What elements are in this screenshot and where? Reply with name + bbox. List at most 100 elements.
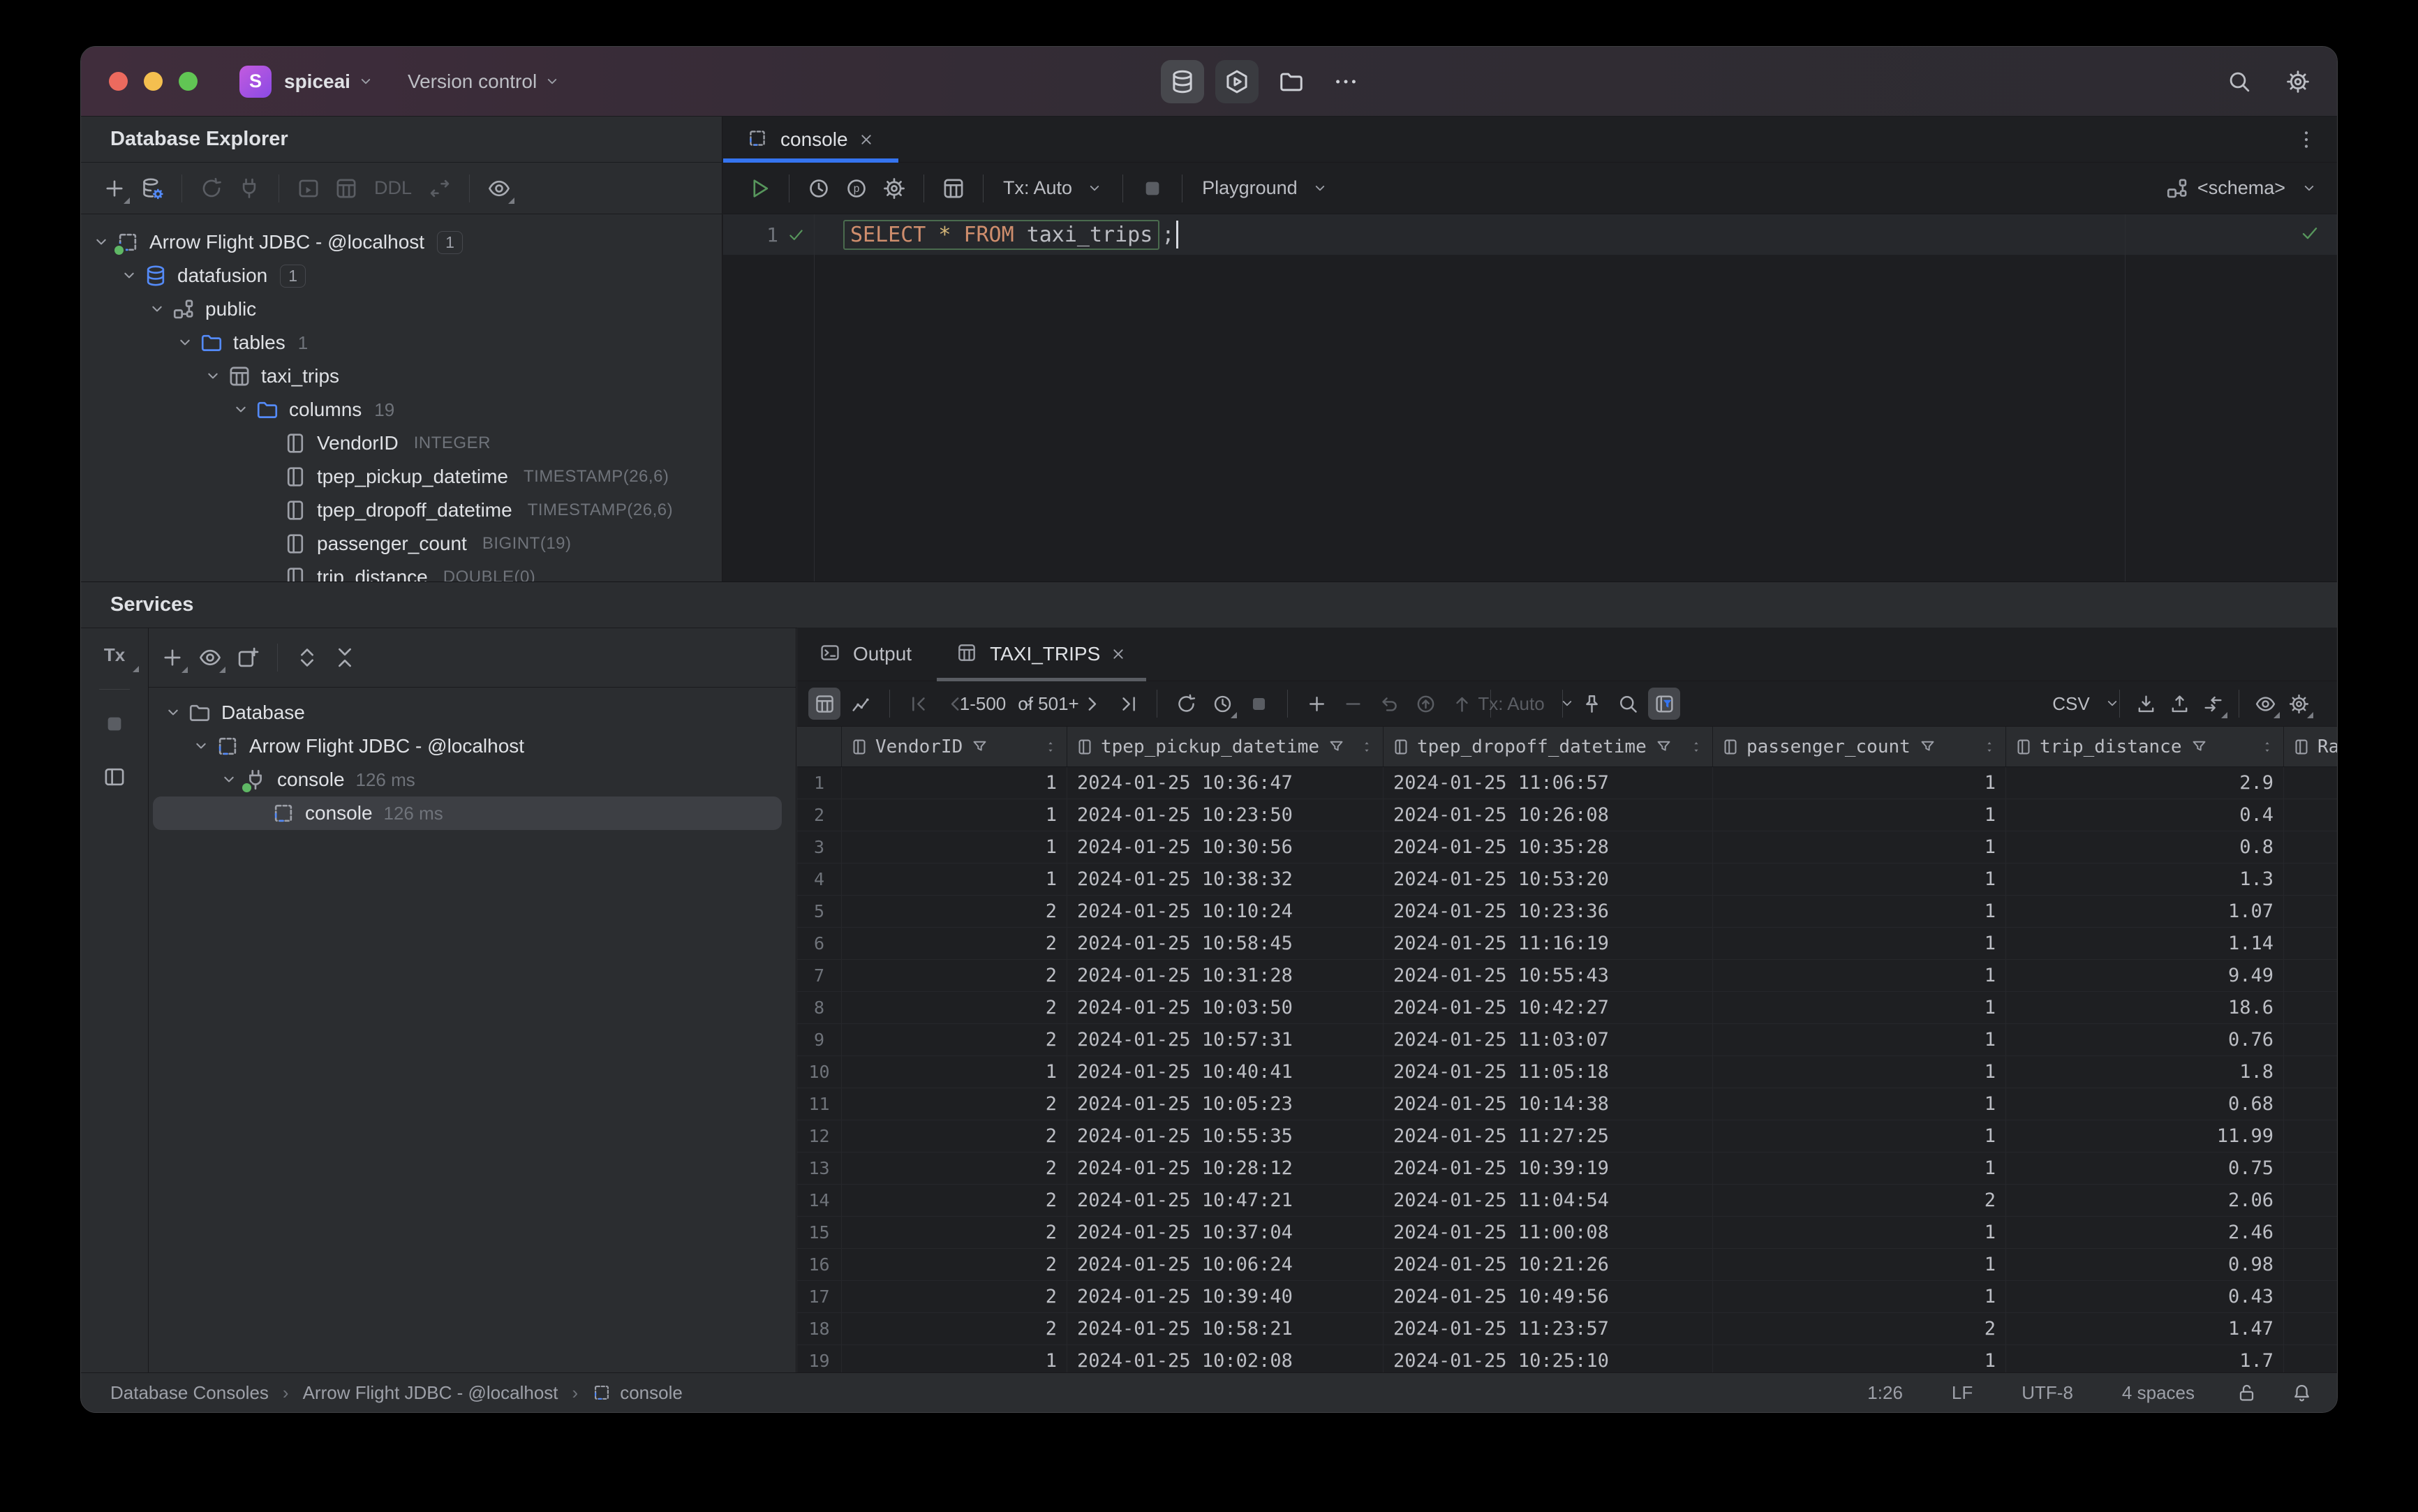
filter-icon[interactable] (971, 738, 988, 755)
tree-item-passenger-count[interactable]: passenger_count BIGINT(19) (81, 527, 722, 561)
page-last-button[interactable] (1112, 688, 1144, 720)
table-cell[interactable]: 0.75 (2006, 1152, 2284, 1184)
table-cell[interactable] (2284, 1056, 2337, 1088)
table-cell[interactable]: 2024-01-25 10:23:36 (1384, 896, 1713, 927)
table-cell[interactable] (2284, 1313, 2337, 1344)
table-cell[interactable]: 2.46 (2006, 1217, 2284, 1248)
console-run-button[interactable] (292, 172, 325, 205)
eye-button[interactable] (482, 172, 516, 205)
close-tab-icon[interactable] (858, 131, 875, 148)
row-number-cell[interactable]: 14 (797, 1185, 842, 1216)
column-header-tpep-pickup-datetime[interactable]: tpep_pickup_datetime (1067, 727, 1384, 766)
table-cell[interactable]: 1 (1713, 864, 2006, 895)
table-cell[interactable]: 1 (842, 767, 1067, 799)
tree-item-taxi-trips[interactable]: taxi_trips (81, 360, 722, 393)
table-cell[interactable] (2284, 1024, 2337, 1055)
tree-item-console[interactable]: console 126 ms (153, 796, 782, 830)
table-cell[interactable] (2284, 1249, 2337, 1280)
table-cell[interactable] (2284, 1345, 2337, 1374)
table-cell[interactable]: 2024-01-25 10:57:31 (1067, 1024, 1384, 1055)
table-row[interactable]: 12 2 2024-01-25 10:55:35 2024-01-25 11:27:2… (797, 1120, 2337, 1152)
row-number-cell[interactable]: 15 (797, 1217, 842, 1248)
table-cell[interactable]: 2024-01-25 10:37:04 (1067, 1217, 1384, 1248)
table-cell[interactable]: 2 (842, 1249, 1067, 1280)
table-cell[interactable] (2284, 1088, 2337, 1120)
sort-icon[interactable] (1359, 739, 1374, 755)
table-cell[interactable]: 2024-01-25 10:05:23 (1067, 1088, 1384, 1120)
export-swap-button[interactable] (2197, 688, 2229, 720)
table-cell[interactable]: 11.99 (2006, 1120, 2284, 1152)
table-row[interactable]: 2 1 2024-01-25 10:23:50 2024-01-25 10:26:08… (797, 799, 2337, 831)
tree-item-database[interactable]: Database (153, 696, 782, 729)
tab-taxi-trips[interactable]: TAXI_TRIPS (934, 628, 1149, 681)
plug-off-button[interactable] (232, 172, 266, 205)
search-button[interactable] (1612, 688, 1644, 720)
column-header-vendorid[interactable]: VendorID (842, 727, 1067, 766)
table-cell[interactable]: 2024-01-25 10:58:45 (1067, 928, 1384, 959)
table-cell[interactable]: 2024-01-25 10:03:50 (1067, 992, 1384, 1023)
collapse-all-button[interactable] (328, 641, 362, 674)
column-header-rate[interactable]: Rate (2284, 727, 2337, 766)
table-cell[interactable]: 2024-01-25 11:27:25 (1384, 1120, 1713, 1152)
utf-8-control[interactable]: UTF-8 (2015, 1382, 2080, 1404)
expand-chevron-icon[interactable] (144, 296, 170, 323)
expand-chevron-icon[interactable] (172, 329, 198, 356)
table-cell[interactable]: 2024-01-25 10:55:35 (1067, 1120, 1384, 1152)
table-cell[interactable]: 2 (1713, 1185, 2006, 1216)
table-cell[interactable]: 2024-01-25 10:23:50 (1067, 799, 1384, 831)
table-cell[interactable]: 1 (1713, 1345, 2006, 1374)
eye-button[interactable] (2249, 688, 2281, 720)
table-cell[interactable]: 2024-01-25 10:10:24 (1067, 896, 1384, 927)
table-cell[interactable]: 1 (842, 1345, 1067, 1374)
table-cell[interactable]: 2 (842, 1313, 1067, 1344)
column-header-trip-distance[interactable]: trip_distance (2006, 727, 2284, 766)
table-cell[interactable]: 2 (842, 1281, 1067, 1312)
table-cell[interactable]: 1.14 (2006, 928, 2284, 959)
table-cell[interactable] (2284, 1152, 2337, 1184)
row-number-cell[interactable]: 11 (797, 1088, 842, 1120)
table-cell[interactable] (2284, 928, 2337, 959)
table-cell[interactable]: 2024-01-25 10:42:27 (1384, 992, 1713, 1023)
csv-control[interactable]: CSV (2052, 688, 2116, 720)
filter-icon[interactable] (1919, 738, 1936, 755)
table-cell[interactable]: 1 (842, 799, 1067, 831)
table-cell[interactable]: 1 (842, 831, 1067, 863)
table-cell[interactable]: 2024-01-25 10:25:10 (1384, 1345, 1713, 1374)
table-row[interactable]: 19 1 2024-01-25 10:02:08 2024-01-25 10:25:1… (797, 1345, 2337, 1374)
table-cell[interactable]: 2024-01-25 10:28:12 (1067, 1152, 1384, 1184)
expand-chevron-icon[interactable] (88, 229, 114, 255)
table-row[interactable]: 8 2 2024-01-25 10:03:50 2024-01-25 10:42:27… (797, 992, 2337, 1024)
table-cell[interactable]: 2024-01-25 10:35:28 (1384, 831, 1713, 863)
table-cell[interactable]: 2.06 (2006, 1185, 2284, 1216)
table-cell[interactable] (2284, 1281, 2337, 1312)
minus-button[interactable] (1337, 688, 1369, 720)
table-cell[interactable]: 1 (842, 864, 1067, 895)
tab-output[interactable]: Output (797, 628, 934, 681)
add-button[interactable] (156, 641, 189, 674)
table-cell[interactable]: 1 (1713, 1217, 2006, 1248)
table-cell[interactable]: 1 (1713, 767, 2006, 799)
table-cell[interactable]: 2 (842, 928, 1067, 959)
arrow-up-button[interactable] (1446, 688, 1478, 720)
tree-item-tables[interactable]: tables 1 (81, 326, 722, 360)
table-cell[interactable]: 2024-01-25 11:03:07 (1384, 1024, 1713, 1055)
row-number-cell[interactable]: 5 (797, 896, 842, 927)
refresh-button[interactable] (195, 172, 228, 205)
column-header-tpep-dropoff-datetime[interactable]: tpep_dropoff_datetime (1384, 727, 1713, 766)
breadcrumb-datasource[interactable]: Arrow Flight JDBC - @localhost (303, 1382, 558, 1404)
table-cell[interactable]: 2024-01-25 11:04:54 (1384, 1185, 1713, 1216)
tree-item-public[interactable]: public (81, 292, 722, 326)
table-cell[interactable]: 1 (1713, 799, 2006, 831)
table-cell[interactable]: 2024-01-25 10:36:47 (1067, 767, 1384, 799)
download-button[interactable] (2130, 688, 2162, 720)
statement-executed-check-icon[interactable] (787, 225, 806, 244)
tx-control[interactable]: Tx (89, 636, 140, 674)
expand-chevron-icon[interactable] (200, 363, 226, 390)
refresh-button[interactable] (1170, 688, 1202, 720)
table-cell[interactable] (2284, 831, 2337, 863)
row-number-cell[interactable]: 18 (797, 1313, 842, 1344)
filter-icon[interactable] (2190, 738, 2208, 755)
unlock-button[interactable] (2237, 1383, 2257, 1403)
database-settings-button[interactable] (135, 172, 169, 205)
table-cell[interactable]: 2 (842, 960, 1067, 991)
